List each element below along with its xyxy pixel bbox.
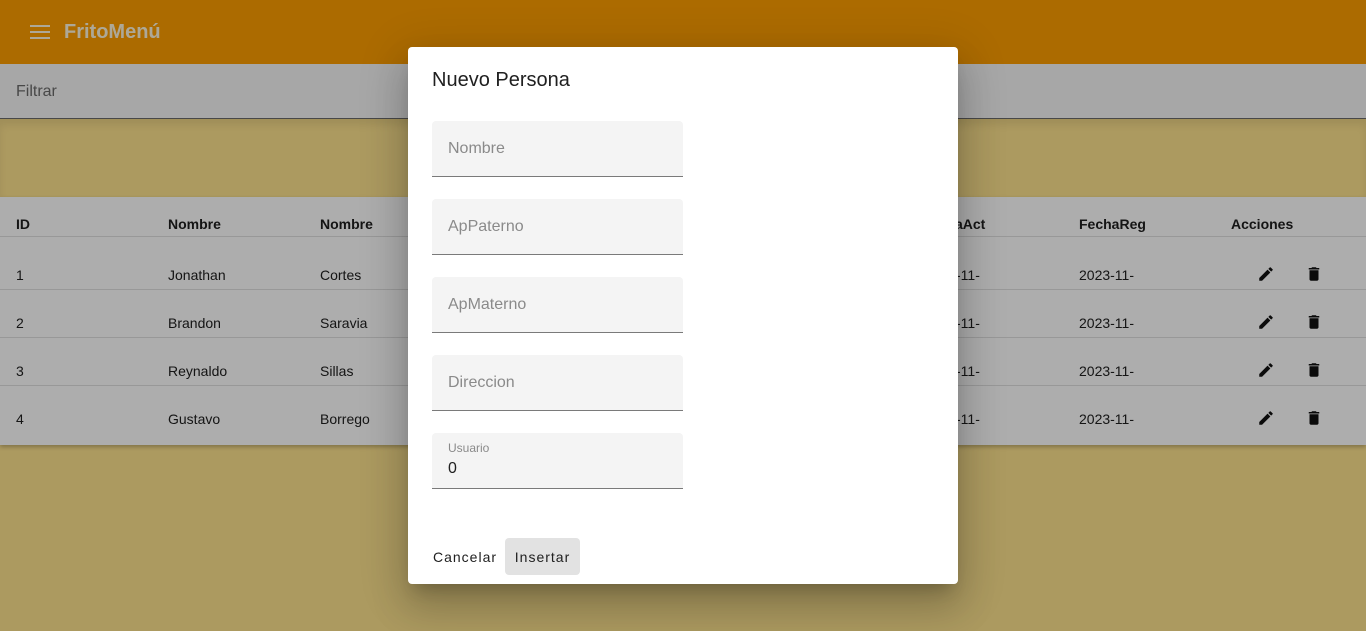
ap-materno-field[interactable]: ApMaterno [432, 277, 683, 333]
insert-button[interactable]: Insertar [505, 538, 580, 575]
ap-paterno-field-label: ApPaterno [448, 218, 524, 235]
new-person-dialog: Nuevo Persona Nombre ApPaterno ApMaterno… [408, 47, 958, 584]
usuario-field[interactable]: Usuario 0 [432, 433, 683, 489]
nombre-field[interactable]: Nombre [432, 121, 683, 177]
cancel-button[interactable]: Cancelar [416, 538, 514, 575]
nombre-field-label: Nombre [448, 140, 505, 157]
direccion-field[interactable]: Direccion [432, 355, 683, 411]
dialog-title: Nuevo Persona [432, 69, 570, 91]
direccion-field-label: Direccion [448, 374, 515, 391]
ap-materno-field-label: ApMaterno [448, 296, 527, 313]
usuario-field-label: Usuario [448, 441, 490, 455]
ap-paterno-field[interactable]: ApPaterno [432, 199, 683, 255]
usuario-field-value: 0 [448, 460, 457, 477]
